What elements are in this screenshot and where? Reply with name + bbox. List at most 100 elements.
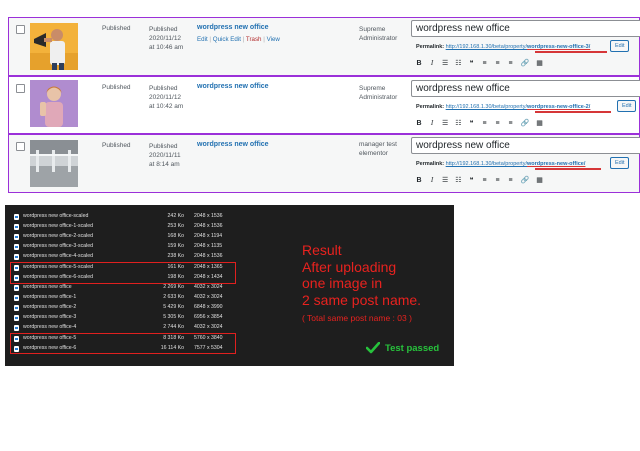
image-file-icon — [14, 224, 19, 230]
post-thumbnail[interactable] — [30, 80, 78, 127]
row-checkbox[interactable] — [16, 84, 25, 93]
post-date: Published 2020/11/12 at 10:46 am — [149, 25, 183, 52]
permalink-url[interactable]: http://192.168.1.30/beta/property/wordpr… — [446, 44, 591, 50]
date-day: 2020/11/11 — [149, 152, 181, 159]
align-left-icon[interactable]: ≡ — [482, 177, 488, 184]
file-name: wordpress new office-2-scaled — [23, 233, 93, 239]
file-name: wordpress new office-1-scaled — [23, 223, 93, 229]
link-icon[interactable]: 🔗 — [521, 59, 530, 67]
post-row: Published Published 2020/11/11 at 8:14 a… — [8, 134, 640, 193]
align-center-icon[interactable]: ≡ — [495, 60, 501, 67]
align-center-icon[interactable]: ≡ — [495, 120, 501, 127]
italic-icon[interactable]: I — [429, 176, 435, 184]
align-right-icon[interactable]: ≡ — [508, 177, 514, 184]
post-thumbnail[interactable] — [30, 23, 78, 70]
align-right-icon[interactable]: ≡ — [508, 120, 514, 127]
file-row[interactable]: wordpress new office-1-scaled 253 Ko 2048 … — [14, 223, 234, 233]
image-file-icon — [14, 244, 19, 250]
toolbar-toggle-icon[interactable]: ▦ — [536, 59, 543, 67]
permalink-url[interactable]: http://192.168.1.30/beta/property/wordpr… — [446, 104, 591, 110]
post-author: Supreme Administrator — [359, 84, 397, 102]
numbered-list-icon[interactable]: ☷ — [455, 59, 461, 67]
post-title-link[interactable]: wordpress new office — [197, 24, 269, 31]
align-left-icon[interactable]: ≡ — [482, 60, 488, 67]
bold-icon[interactable]: B — [416, 120, 422, 127]
post-date: Published 2020/11/12 at 10:42 am — [149, 84, 183, 111]
woman-portrait-image — [30, 80, 78, 127]
title-input[interactable]: wordpress new office — [411, 80, 640, 97]
numbered-list-icon[interactable]: ☷ — [455, 176, 461, 184]
bullet-list-icon[interactable]: ☰ — [442, 59, 448, 67]
file-name: wordpress new office-scaled — [23, 213, 89, 219]
link-icon[interactable]: 🔗 — [521, 119, 530, 127]
image-file-icon — [14, 315, 19, 321]
quick-edit-link[interactable]: Quick Edit — [213, 36, 241, 43]
file-size: 2 633 Ko — [163, 294, 184, 300]
file-row[interactable]: wordpress new office 2 269 Ko 4032 x 3024 — [14, 284, 234, 294]
title-input[interactable]: wordpress new office — [411, 20, 640, 37]
permalink-slug: wordpress-new-office-2/ — [527, 104, 591, 110]
edit-link[interactable]: Edit — [197, 36, 208, 43]
editor-toolbar: B I ☰ ☷ ❝ ≡ ≡ ≡ 🔗 ▦ — [416, 59, 543, 67]
file-dimensions: 2048 x 1536 — [194, 223, 223, 229]
author-name-line2: elementor — [359, 150, 388, 157]
align-right-icon[interactable]: ≡ — [508, 60, 514, 67]
permalink-base: http://192.168.1.30/beta/property/ — [445, 161, 527, 167]
title-input[interactable]: wordpress new office — [411, 137, 640, 154]
file-size: 5 305 Ko — [163, 314, 184, 320]
result-line: 2 same post name. — [302, 291, 422, 308]
date-time: at 8:14 am — [149, 161, 180, 168]
toolbar-toggle-icon[interactable]: ▦ — [536, 176, 543, 184]
numbered-list-icon[interactable]: ☷ — [455, 119, 461, 127]
row-checkbox[interactable] — [16, 25, 25, 34]
file-name: wordpress new office-4 — [23, 324, 77, 330]
align-left-icon[interactable]: ≡ — [482, 120, 488, 127]
file-name: wordpress new office-3-scaled — [23, 243, 93, 249]
bold-icon[interactable]: B — [416, 177, 422, 184]
file-row[interactable]: wordpress new office-scaled 242 Ko 2048 x … — [14, 213, 234, 223]
file-size: 5 429 Ko — [163, 304, 184, 310]
bold-icon[interactable]: B — [416, 60, 422, 67]
file-row[interactable]: wordpress new office-3 5 305 Ko 6956 x 385… — [14, 314, 234, 324]
bullet-list-icon[interactable]: ☰ — [442, 176, 448, 184]
file-dimensions: 2048 x 1135 — [194, 243, 223, 249]
file-dimensions: 6956 x 3854 — [194, 314, 223, 320]
file-name: wordpress new office-4-scaled — [23, 253, 93, 259]
file-name: wordpress new office-2 — [23, 304, 77, 310]
date-day: 2020/11/12 — [149, 35, 182, 42]
quote-icon[interactable]: ❝ — [469, 119, 475, 127]
file-row[interactable]: wordpress new office-2-scaled 168 Ko 2048 … — [14, 233, 234, 243]
italic-icon[interactable]: I — [429, 59, 435, 67]
file-row[interactable]: wordpress new office-3-scaled 159 Ko 2048 … — [14, 243, 234, 253]
row-checkbox[interactable] — [16, 142, 25, 151]
file-size: 159 Ko — [167, 243, 184, 249]
author-name-line1: Supreme — [359, 85, 386, 92]
link-icon[interactable]: 🔗 — [521, 176, 530, 184]
permalink-url[interactable]: http://192.168.1.30/beta/property/wordpr… — [446, 161, 586, 167]
post-thumbnail[interactable] — [30, 140, 78, 187]
file-dimensions: 2048 x 1536 — [194, 213, 223, 219]
view-link[interactable]: View — [267, 36, 280, 43]
quote-icon[interactable]: ❝ — [469, 176, 475, 184]
post-title-link[interactable]: wordpress new office — [197, 141, 269, 148]
result-line: After uploading — [302, 258, 397, 275]
file-row[interactable]: wordpress new office-1 2 633 Ko 4032 x 302… — [14, 294, 234, 304]
trash-link[interactable]: Trash — [246, 36, 262, 43]
post-title-link[interactable]: wordpress new office — [197, 83, 269, 90]
toolbar-toggle-icon[interactable]: ▦ — [536, 119, 543, 127]
highlight-box-scaled — [10, 262, 236, 284]
file-size: 242 Ko — [167, 213, 184, 219]
permalink-edit-button[interactable]: Edit — [610, 40, 630, 52]
permalink-edit-button[interactable]: Edit — [617, 100, 637, 112]
bullet-list-icon[interactable]: ☰ — [442, 119, 448, 127]
file-size: 253 Ko — [167, 223, 184, 229]
author-name-line1: manager test — [359, 141, 397, 148]
file-dimensions: 6848 x 3990 — [194, 304, 223, 310]
align-center-icon[interactable]: ≡ — [495, 177, 501, 184]
file-name: wordpress new office-3 — [23, 314, 77, 320]
permalink-edit-button[interactable]: Edit — [610, 157, 630, 169]
editor-toolbar: B I ☰ ☷ ❝ ≡ ≡ ≡ 🔗 ▦ — [416, 176, 543, 184]
italic-icon[interactable]: I — [429, 119, 435, 127]
file-row[interactable]: wordpress new office-2 5 429 Ko 6848 x 399… — [14, 304, 234, 314]
quote-icon[interactable]: ❝ — [469, 59, 475, 67]
